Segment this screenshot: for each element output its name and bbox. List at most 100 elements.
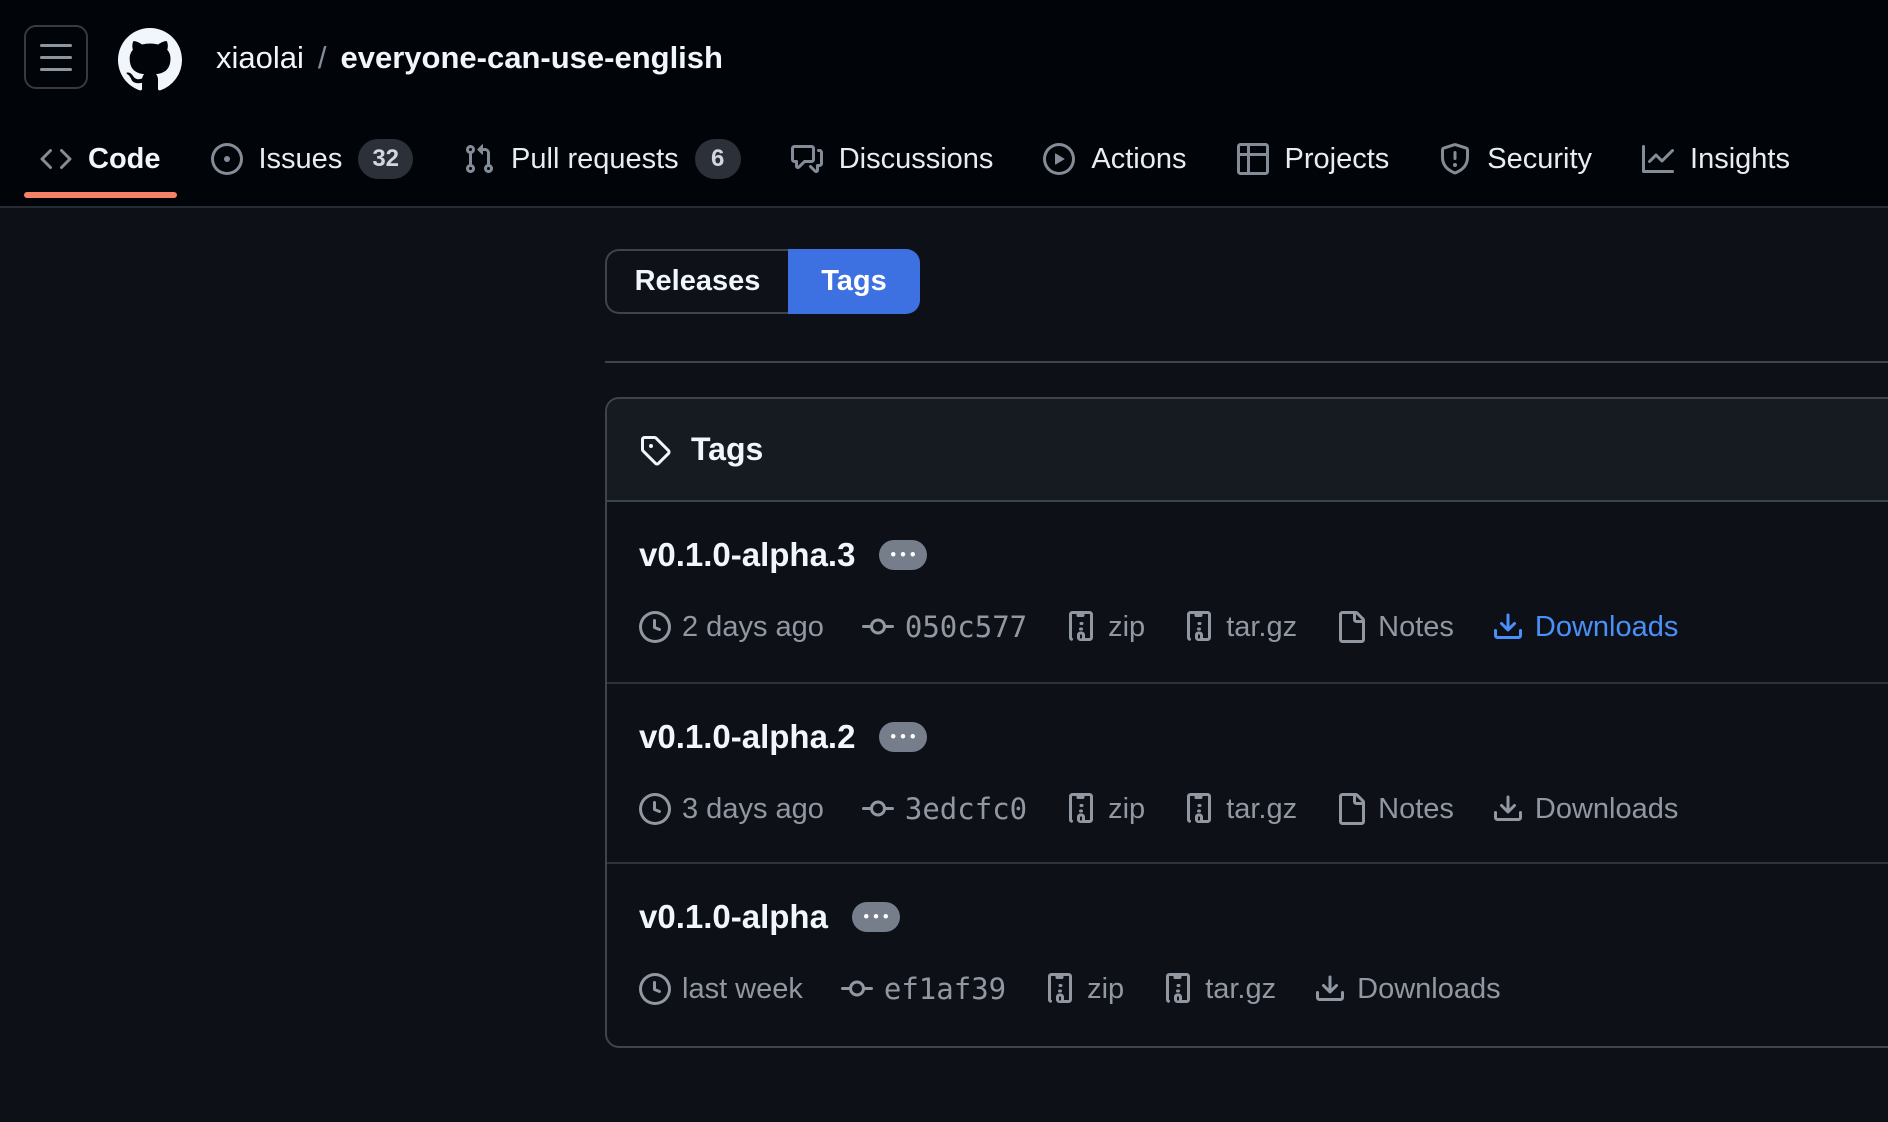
file-zip-icon xyxy=(1065,793,1097,825)
shield-icon xyxy=(1439,143,1471,175)
notes-link[interactable]: Notes xyxy=(1335,611,1454,644)
downloads-label: Downloads xyxy=(1357,973,1500,1006)
downloads-link[interactable]: Downloads xyxy=(1492,611,1678,644)
tag-date: last week xyxy=(639,973,803,1006)
github-logo-icon[interactable] xyxy=(118,28,182,92)
download-icon xyxy=(1492,793,1524,825)
targz-label: tar.gz xyxy=(1226,793,1297,826)
code-icon xyxy=(40,143,72,175)
zip-download-link[interactable]: zip xyxy=(1044,973,1124,1006)
download-icon xyxy=(1314,973,1346,1005)
breadcrumb: xiaolai / everyone-can-use-english xyxy=(216,40,723,76)
tags-panel-title: Tags xyxy=(691,431,763,468)
tag-icon xyxy=(639,434,671,466)
commit-sha: 3edcfc0 xyxy=(905,792,1027,826)
tab-security[interactable]: Security xyxy=(1421,120,1610,198)
content-divider xyxy=(605,361,1888,363)
kebab-horizontal-icon[interactable] xyxy=(879,540,927,570)
tab-actions-label: Actions xyxy=(1091,143,1186,176)
tab-discussions-label: Discussions xyxy=(839,143,994,176)
downloads-label: Downloads xyxy=(1535,611,1678,644)
tags-panel: Tags v0.1.0-alpha.3 2 days ago 050c577 xyxy=(605,397,1888,1048)
file-icon xyxy=(1335,611,1367,643)
releases-button[interactable]: Releases xyxy=(605,249,788,314)
tag-name-link[interactable]: v0.1.0-alpha.3 xyxy=(639,536,855,574)
tab-insights-label: Insights xyxy=(1690,143,1790,176)
downloads-label: Downloads xyxy=(1535,793,1678,826)
zip-label: zip xyxy=(1087,973,1124,1006)
pull-requests-counter-badge: 6 xyxy=(695,139,741,179)
tag-commit-link[interactable]: ef1af39 xyxy=(841,972,1006,1006)
clock-icon xyxy=(639,973,671,1005)
tab-pull-requests-label: Pull requests xyxy=(511,143,679,176)
clock-icon xyxy=(639,611,671,643)
targz-download-link[interactable]: tar.gz xyxy=(1183,793,1297,826)
clock-icon xyxy=(639,793,671,825)
zip-label: zip xyxy=(1108,611,1145,644)
tags-panel-header: Tags xyxy=(607,399,1888,502)
kebab-horizontal-icon[interactable] xyxy=(852,902,900,932)
zip-download-link[interactable]: zip xyxy=(1065,793,1145,826)
tab-discussions[interactable]: Discussions xyxy=(773,120,1012,198)
tab-issues-label: Issues xyxy=(259,143,343,176)
downloads-link[interactable]: Downloads xyxy=(1314,973,1500,1006)
tab-projects[interactable]: Projects xyxy=(1219,120,1408,198)
commit-sha: 050c577 xyxy=(905,610,1027,644)
app-header: xiaolai / everyone-can-use-english Code … xyxy=(0,0,1888,208)
tab-pull-requests[interactable]: Pull requests 6 xyxy=(445,120,759,198)
zip-label: zip xyxy=(1108,793,1145,826)
comment-discussion-icon xyxy=(791,143,823,175)
commit-sha: ef1af39 xyxy=(884,972,1006,1006)
file-zip-icon xyxy=(1044,973,1076,1005)
git-pull-request-icon xyxy=(463,143,495,175)
releases-tags-switcher: Releases Tags xyxy=(605,249,920,314)
play-icon xyxy=(1043,143,1075,175)
tag-row: v0.1.0-alpha last week ef1af39 zip xyxy=(607,862,1888,1048)
tags-button[interactable]: Tags xyxy=(788,249,920,314)
tag-name-link[interactable]: v0.1.0-alpha.2 xyxy=(639,718,855,756)
github-tags-page: xiaolai / everyone-can-use-english Code … xyxy=(0,0,1888,1122)
tab-insights[interactable]: Insights xyxy=(1624,120,1808,198)
git-commit-icon xyxy=(862,611,894,643)
notes-link[interactable]: Notes xyxy=(1335,793,1454,826)
kebab-horizontal-icon[interactable] xyxy=(879,722,927,752)
tag-name-link[interactable]: v0.1.0-alpha xyxy=(639,898,828,936)
tag-date-label: 3 days ago xyxy=(682,793,824,826)
targz-label: tar.gz xyxy=(1205,973,1276,1006)
tab-actions[interactable]: Actions xyxy=(1025,120,1204,198)
download-icon xyxy=(1492,611,1524,643)
hamburger-menu-button[interactable] xyxy=(24,25,88,89)
tag-date: 2 days ago xyxy=(639,611,824,644)
git-commit-icon xyxy=(841,973,873,1005)
file-icon xyxy=(1335,793,1367,825)
tab-projects-label: Projects xyxy=(1285,143,1390,176)
tag-row: v0.1.0-alpha.2 3 days ago 3edcfc0 zip xyxy=(607,682,1888,862)
tab-security-label: Security xyxy=(1487,143,1592,176)
git-commit-icon xyxy=(862,793,894,825)
file-zip-icon xyxy=(1065,611,1097,643)
tag-commit-link[interactable]: 050c577 xyxy=(862,610,1027,644)
tab-issues[interactable]: Issues 32 xyxy=(193,120,432,198)
graph-icon xyxy=(1642,143,1674,175)
zip-download-link[interactable]: zip xyxy=(1065,611,1145,644)
issue-opened-icon xyxy=(211,143,243,175)
breadcrumb-separator: / xyxy=(318,40,327,76)
breadcrumb-repo-link[interactable]: everyone-can-use-english xyxy=(341,40,723,76)
issues-counter-badge: 32 xyxy=(358,139,413,179)
repo-nav: Code Issues 32 Pull requests 6 Discussio… xyxy=(22,120,1808,198)
tab-code[interactable]: Code xyxy=(22,120,179,198)
tab-code-label: Code xyxy=(88,143,161,176)
notes-label: Notes xyxy=(1378,793,1454,826)
file-zip-icon xyxy=(1183,611,1215,643)
tag-date-label: last week xyxy=(682,973,803,1006)
file-zip-icon xyxy=(1162,973,1194,1005)
breadcrumb-owner-link[interactable]: xiaolai xyxy=(216,40,304,76)
tag-date: 3 days ago xyxy=(639,793,824,826)
tag-commit-link[interactable]: 3edcfc0 xyxy=(862,792,1027,826)
downloads-link[interactable]: Downloads xyxy=(1492,793,1678,826)
tag-row: v0.1.0-alpha.3 2 days ago 050c577 zip xyxy=(607,502,1888,682)
notes-label: Notes xyxy=(1378,611,1454,644)
targz-download-link[interactable]: tar.gz xyxy=(1162,973,1276,1006)
tag-date-label: 2 days ago xyxy=(682,611,824,644)
targz-download-link[interactable]: tar.gz xyxy=(1183,611,1297,644)
